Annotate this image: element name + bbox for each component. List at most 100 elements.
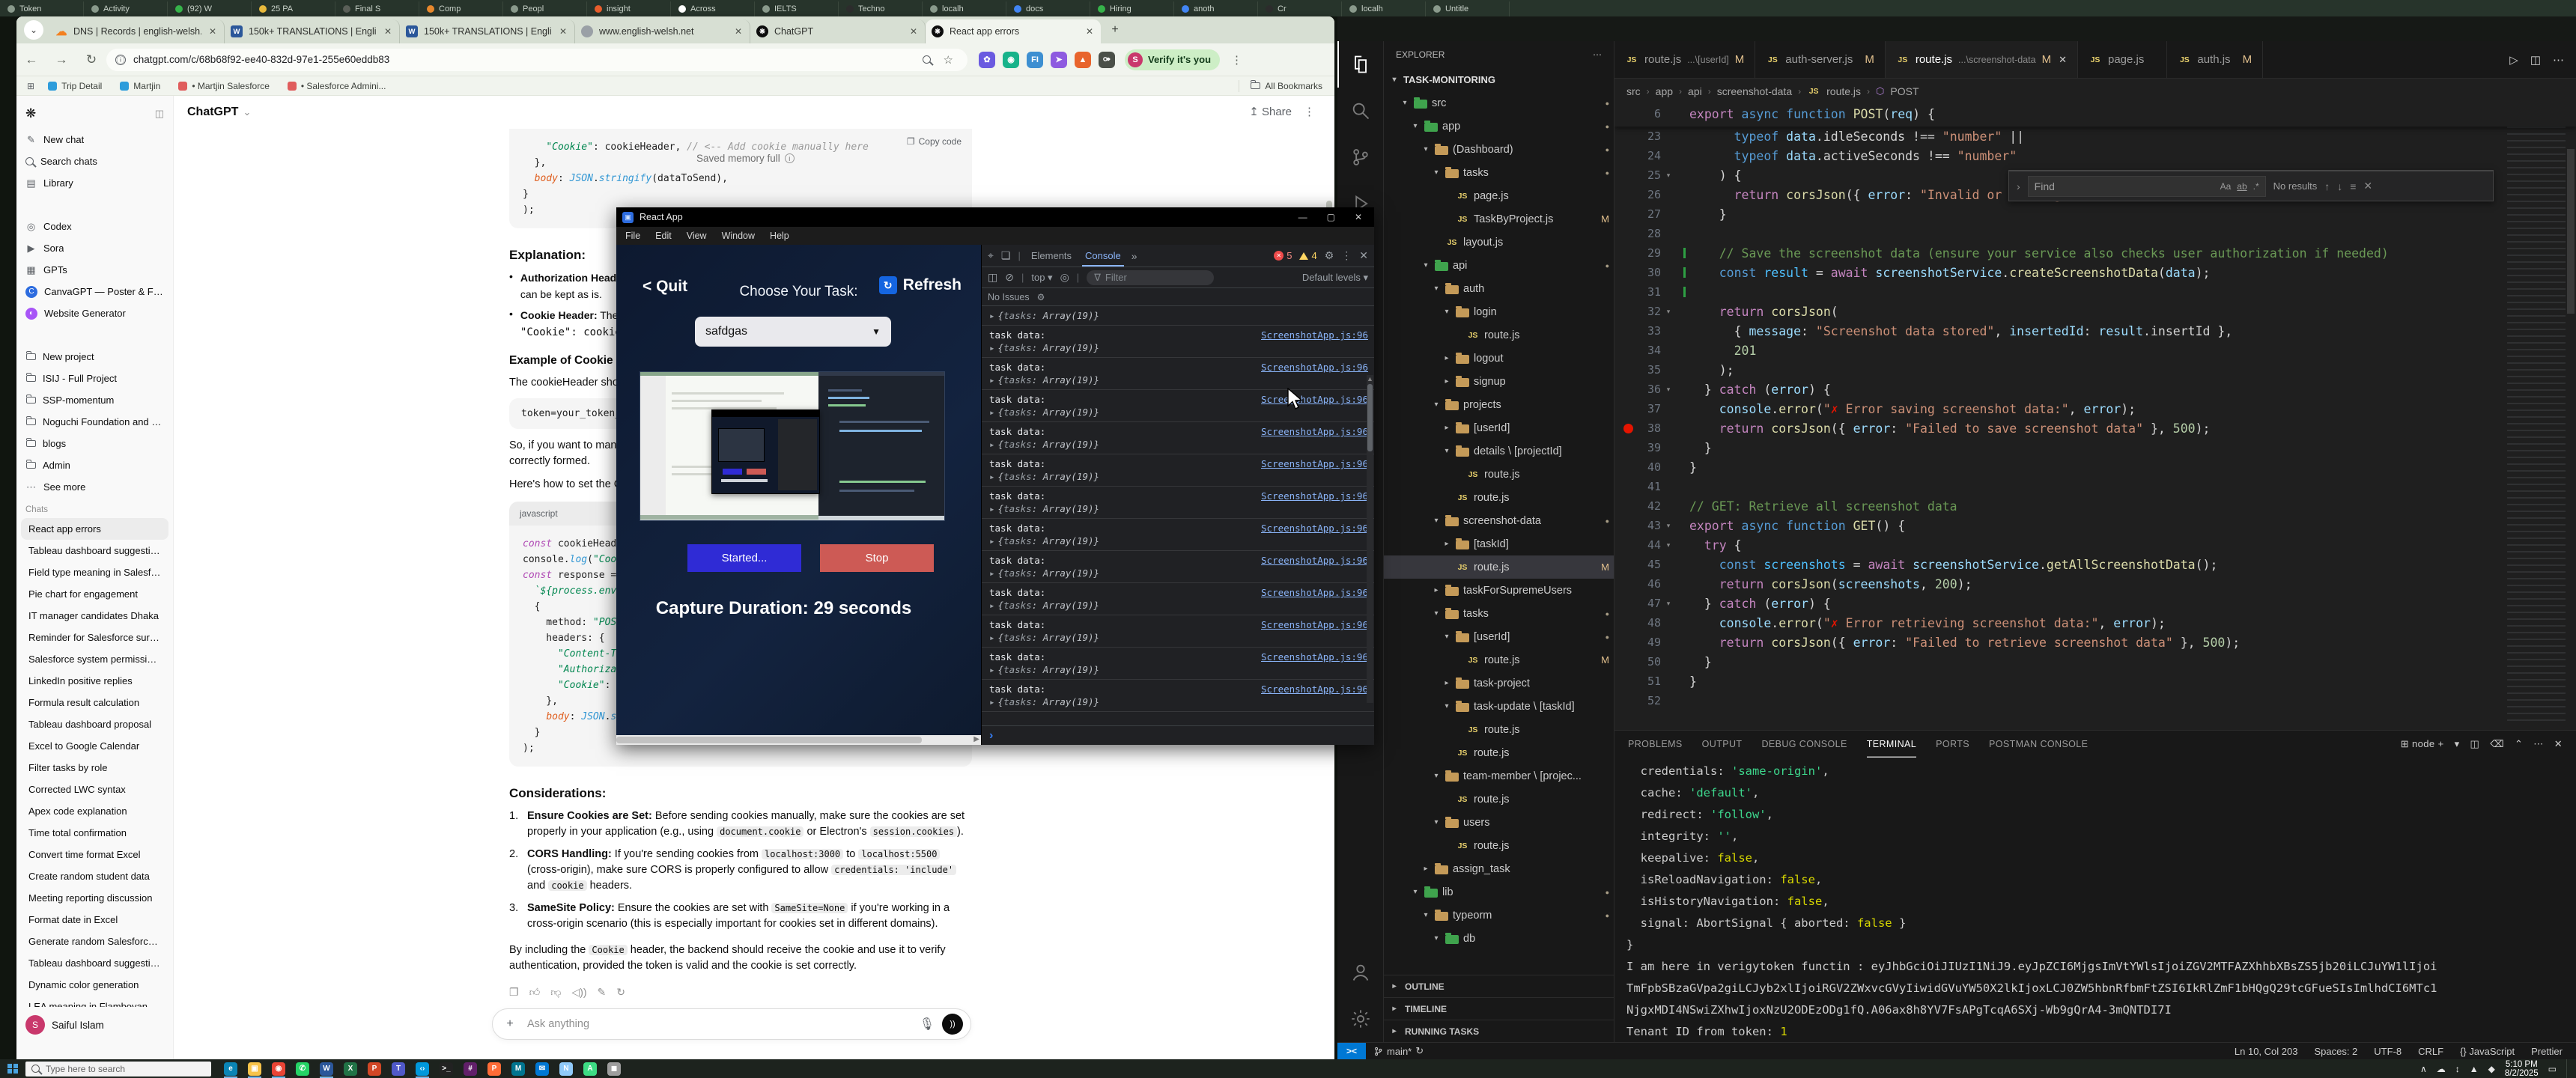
whole-word-icon[interactable]: ab	[2237, 181, 2247, 192]
run-file-icon[interactable]: ▷	[2509, 53, 2518, 67]
console-scrollbar[interactable]: ▲	[1367, 375, 1373, 703]
taskbar-app-icon[interactable]: T	[389, 1061, 408, 1077]
taskbar-app-icon[interactable]: ◉	[269, 1061, 288, 1078]
extension-icon[interactable]: ✿	[979, 51, 995, 68]
sidebar-nav-item[interactable]: ◎ Codex	[16, 216, 173, 237]
tray-icon[interactable]: ∧	[2420, 1064, 2427, 1074]
expand-arrow-icon[interactable]: ▸	[989, 600, 995, 611]
editor-tab[interactable]: JS auth.js M	[2167, 41, 2264, 78]
sidebar-nav-item[interactable]: ✎ New chat	[16, 129, 173, 150]
sidebar-nav-item[interactable]: Noguchi Foundation and G...	[16, 411, 173, 433]
explorer-tree-item[interactable]: ▸ task-project	[1384, 672, 1614, 695]
sidebar-nav-item[interactable]: ▶ Sora	[16, 237, 173, 259]
all-bookmarks-button[interactable]: All Bookmarks	[1239, 79, 1322, 92]
fold-chevron-icon[interactable]: ▾	[1661, 541, 1676, 549]
tab-close-icon[interactable]: ✕	[207, 26, 218, 37]
background-tab[interactable]: docs	[1006, 1, 1090, 16]
chat-history-item[interactable]: Excel to Google Calendar	[21, 735, 168, 757]
taskbar-app-icon[interactable]: A	[580, 1061, 600, 1077]
bookmark-item[interactable]: Martjin	[120, 81, 160, 91]
extension-icon[interactable]: ➤	[1051, 51, 1067, 68]
console-entry[interactable]: ▸ {tasks: Array(19)}	[982, 306, 1374, 326]
explorer-tree-item[interactable]: ▾ details \ [projectId]	[1384, 439, 1614, 463]
horizontal-scrollbar[interactable]: ▶	[616, 735, 981, 745]
breakpoint-icon[interactable]	[1623, 423, 1633, 433]
taskbar-app-icon[interactable]: ▣	[245, 1061, 264, 1078]
devtools-settings-icon[interactable]: ⚙	[1325, 249, 1334, 262]
sidebar-section-header[interactable]: ▸ RUNNING TASKS	[1384, 1020, 1614, 1042]
background-tab[interactable]: localh	[923, 1, 1006, 16]
find-in-selection-icon[interactable]: ≡	[2350, 180, 2356, 192]
explorer-tree-item[interactable]: ▾ [userId] ●	[1384, 625, 1614, 648]
tray-icon[interactable]: ◆	[2488, 1064, 2495, 1074]
background-tab[interactable]: Final S	[335, 1, 419, 16]
menu-item[interactable]: Window	[722, 231, 755, 241]
taskbar-app-icon[interactable]: W	[317, 1061, 336, 1078]
bookmark-star-icon[interactable]: ☆	[944, 53, 953, 67]
start-button[interactable]: Started...	[687, 544, 801, 572]
explorer-tree-item[interactable]: JS TaskByProject.js M	[1384, 207, 1614, 231]
notification-center-icon[interactable]: ▭	[2548, 1064, 2557, 1074]
console-entry[interactable]: task data: ScreenshotApp.js:96 ▸ {tasks: …	[982, 519, 1374, 551]
voice-mode-icon[interactable]: ))	[942, 1014, 963, 1035]
console-entry[interactable]: task data: ScreenshotApp.js:96 ▸ {tasks: …	[982, 422, 1374, 454]
background-tab[interactable]: Untitle	[1426, 1, 1510, 16]
explorer-tree-item[interactable]: ▾ typeorm ●	[1384, 904, 1614, 927]
sidebar-nav-item[interactable]: Admin	[16, 454, 173, 476]
close-panel-icon[interactable]: ✕	[2554, 738, 2563, 750]
expand-arrow-icon[interactable]: ▸	[989, 310, 995, 321]
browser-tab[interactable]: ❋ React app errors ✕	[926, 19, 1101, 43]
devtools-tab-console[interactable]: Console	[1082, 245, 1124, 267]
explorer-tree-item[interactable]: JS layout.js	[1384, 231, 1614, 254]
search-icon[interactable]	[922, 55, 931, 64]
console-entry[interactable]: task data: ScreenshotApp.js:96 ▸ {tasks: …	[982, 326, 1374, 358]
panel-tab[interactable]: DEBUG CONSOLE	[1761, 739, 1847, 749]
warning-badge[interactable]: 4	[1299, 250, 1317, 261]
browser-tab[interactable]: W 150k+ TRANSLATIONS | English ✕	[225, 19, 400, 43]
taskbar-app-icon[interactable]: P	[365, 1061, 384, 1077]
explorer-tree-item[interactable]: ▾ projects	[1384, 393, 1614, 416]
split-terminal-icon[interactable]: ◫	[2470, 738, 2480, 750]
explorer-tree-item[interactable]: ▸ assign_task	[1384, 857, 1614, 880]
apps-grid-icon[interactable]: ⊞	[27, 81, 34, 91]
terminal-output[interactable]: credentials: 'same-origin', cache: 'defa…	[1614, 761, 2561, 1039]
reload-button[interactable]: ↻	[84, 52, 99, 67]
taskbar-app-icon[interactable]: M	[508, 1061, 528, 1077]
editor-tab[interactable]: JS page.js	[2078, 41, 2168, 78]
sidebar-nav-item[interactable]: C CanvaGPT — Poster & Flyer...	[16, 281, 173, 302]
background-tab[interactable]: Comp	[419, 1, 503, 16]
explorer-tree-item[interactable]: ▾ db	[1384, 927, 1614, 950]
expand-arrow-icon[interactable]: ▸	[989, 471, 995, 482]
console-source-link[interactable]: ScreenshotApp.js:96	[1261, 522, 1368, 535]
kill-terminal-icon[interactable]: ⌫	[2490, 738, 2504, 750]
git-branch-item[interactable]: main* ↻	[1373, 1045, 1424, 1057]
menu-item[interactable]: File	[625, 231, 640, 241]
taskbar-app-icon[interactable]: X	[341, 1061, 360, 1077]
console-entry[interactable]: task data: ScreenshotApp.js:96 ▸ {tasks: …	[982, 454, 1374, 487]
panel-tab[interactable]: PROBLEMS	[1628, 739, 1683, 749]
explorer-more-icon[interactable]: ⋯	[1593, 49, 1602, 60]
sidebar-nav-item[interactable]: SSP-momentum	[16, 389, 173, 411]
console-entry[interactable]: task data: ScreenshotApp.js:96 ▸ {tasks: …	[982, 551, 1374, 583]
console-source-link[interactable]: ScreenshotApp.js:96	[1261, 329, 1368, 341]
editor-tab[interactable]: JS route.js ...\screenshot-data M ✕	[1885, 41, 2078, 78]
explorer-tree-item[interactable]: JS route.js	[1384, 486, 1614, 509]
taskbar-search-input[interactable]: Type here to search	[25, 1061, 211, 1077]
find-input[interactable]: Find Aa ab .*	[2027, 175, 2266, 197]
explorer-tree-item[interactable]: ▸ logout	[1384, 347, 1614, 370]
expand-arrow-icon[interactable]: ▸	[989, 535, 995, 546]
background-tab[interactable]: Activity	[84, 1, 168, 16]
code-editor[interactable]: 6 export async function POST(req) { 23 ty…	[1614, 104, 2576, 730]
browser-tab[interactable]: W 150k+ TRANSLATIONS | English ✕	[400, 19, 575, 43]
chat-history-item[interactable]: Tableau dashboard suggestions	[21, 952, 168, 974]
verify-profile-button[interactable]: S Verify it's you	[1125, 49, 1221, 70]
background-tab[interactable]: (92) W	[168, 1, 252, 16]
background-tab[interactable]: insight	[587, 1, 671, 16]
message-input[interactable]: + Ask anything 🎙︎ ))	[492, 1008, 971, 1040]
devtools-close-icon[interactable]: ✕	[1359, 249, 1368, 262]
tab-search-button[interactable]: ⌄	[24, 20, 43, 40]
split-editor-icon[interactable]: ◫	[2530, 53, 2541, 67]
console-source-link[interactable]: ScreenshotApp.js:96	[1261, 393, 1368, 406]
fold-chevron-icon[interactable]: ▾	[1661, 308, 1676, 316]
explorer-tree-item[interactable]: ▾ api ●	[1384, 254, 1614, 277]
